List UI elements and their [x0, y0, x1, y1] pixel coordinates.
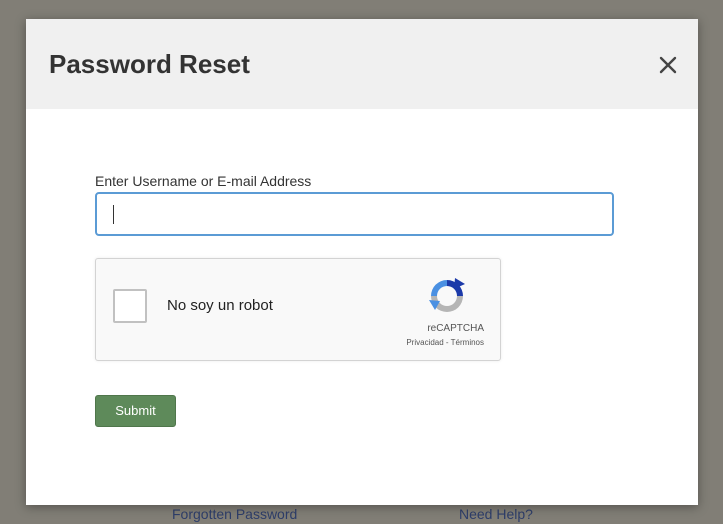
recaptcha-label: No soy un robot: [167, 297, 273, 314]
recaptcha-privacy-terms-links[interactable]: Privacidad - Términos: [406, 338, 484, 347]
username-email-input[interactable]: [95, 192, 614, 236]
modal-title: Password Reset: [49, 49, 250, 79]
close-button[interactable]: [656, 53, 680, 77]
page-footer: Forgotten Password Need Help?: [0, 506, 723, 524]
recaptcha-checkbox[interactable]: [113, 289, 147, 323]
submit-button[interactable]: Submit: [95, 395, 176, 427]
close-icon: [659, 56, 677, 74]
modal-header: Password Reset: [26, 19, 698, 109]
recaptcha-widget: No soy un robot reCAPTCHA Privacidad - T…: [95, 258, 501, 361]
password-reset-modal: Password Reset Enter Username or E-mail …: [26, 19, 698, 505]
need-help-link[interactable]: Need Help?: [459, 506, 533, 522]
forgotten-password-link[interactable]: Forgotten Password: [172, 506, 297, 522]
text-cursor: [113, 205, 114, 224]
recaptcha-logo-icon: [429, 278, 465, 312]
recaptcha-brand: reCAPTCHA: [427, 323, 484, 334]
username-field-label: Enter Username or E-mail Address: [95, 173, 312, 189]
